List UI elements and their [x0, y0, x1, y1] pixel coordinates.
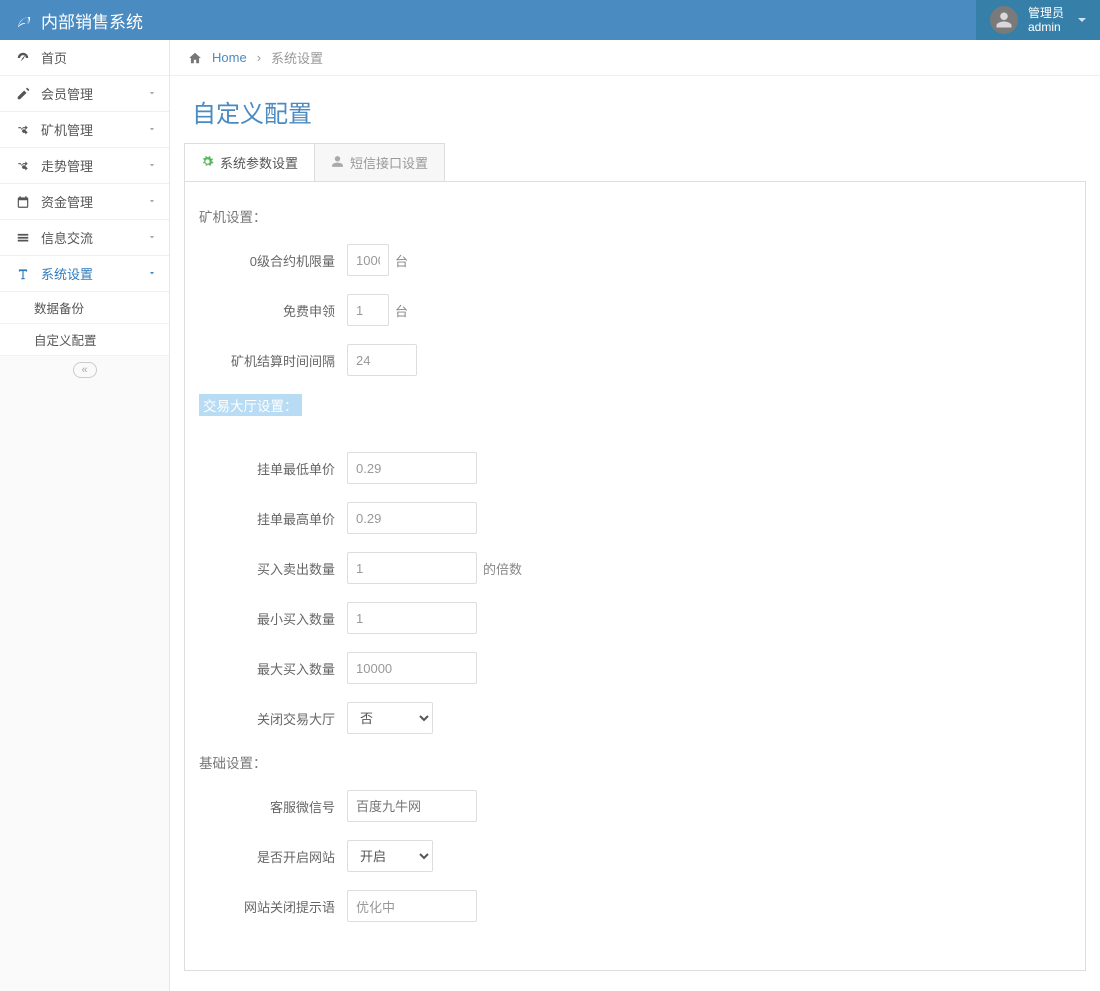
sidebar-item-label: 走势管理 — [41, 156, 93, 175]
chevron-down-icon — [147, 86, 157, 101]
brand-text: 内部销售系统 — [41, 8, 143, 33]
breadcrumb-current: 系统设置 — [271, 48, 323, 67]
row-free-claim: 免费申领 台 — [199, 294, 1071, 326]
field-suffix: 台 — [395, 251, 408, 270]
row-trade-multi: 买入卖出数量 的倍数 — [199, 552, 1071, 584]
min-buy-input[interactable] — [347, 602, 477, 634]
chevron-down-icon — [147, 230, 157, 245]
free-claim-input[interactable] — [347, 294, 389, 326]
field-label: 最小买入数量 — [199, 609, 347, 628]
sidebar-item-label: 首页 — [41, 48, 67, 67]
content: Home › 系统设置 自定义配置 系统参数设置 短信接口设置 矿机设置： 0级… — [170, 40, 1100, 991]
user-menu[interactable]: 管理员 admin — [976, 0, 1100, 40]
section-miner: 矿机设置： — [199, 206, 1071, 226]
row-settle-interval: 矿机结算时间间隔 — [199, 344, 1071, 376]
tab-label: 系统参数设置 — [220, 153, 298, 172]
user-icon — [331, 155, 344, 171]
row-min-price: 挂单最低单价 — [199, 452, 1071, 484]
row-wechat: 客服微信号 — [199, 790, 1071, 822]
field-suffix: 台 — [395, 301, 408, 320]
dashboard-icon — [15, 51, 31, 65]
sidebar-item-label: 会员管理 — [41, 84, 93, 103]
sidebar-item-miner[interactable]: 矿机管理 — [0, 112, 169, 148]
wechat-input[interactable] — [347, 790, 477, 822]
row-min-buy: 最小买入数量 — [199, 602, 1071, 634]
sidebar-item-label: 信息交流 — [41, 228, 93, 247]
min-price-input[interactable] — [347, 452, 477, 484]
edit-icon — [15, 87, 31, 101]
chevron-down-icon — [147, 194, 157, 209]
shuffle-icon — [15, 159, 31, 173]
breadcrumb-home[interactable]: Home — [212, 50, 247, 65]
user-name: admin — [1028, 20, 1064, 34]
row-close-msg: 网站关闭提示语 — [199, 890, 1071, 922]
sidebar-collapse-button[interactable]: « — [73, 362, 97, 378]
sidebar-item-fund[interactable]: 资金管理 — [0, 184, 169, 220]
field-label: 客服微信号 — [199, 797, 347, 816]
chevron-down-icon — [147, 122, 157, 137]
field-label: 是否开启网站 — [199, 847, 347, 866]
cogs-icon — [201, 155, 214, 171]
text-icon — [15, 267, 31, 281]
sidebar-item-member[interactable]: 会员管理 — [0, 76, 169, 112]
section-trade: 交易大厅设置： — [199, 394, 302, 416]
leaf-icon — [15, 11, 33, 29]
breadcrumb-sep: › — [257, 50, 261, 65]
row-max-price: 挂单最高单价 — [199, 502, 1071, 534]
close-trade-select[interactable]: 否 — [347, 702, 433, 734]
field-suffix: 的倍数 — [483, 559, 522, 578]
form-panel: 矿机设置： 0级合约机限量 台 免费申领 台 矿机结算时间间隔 交易大厅设置： … — [184, 181, 1086, 971]
field-label: 免费申领 — [199, 301, 347, 320]
section-base: 基础设置： — [199, 752, 1071, 772]
sidebar: 首页 会员管理 矿机管理 走势管理 资金管理 信息交流 — [0, 40, 170, 991]
field-label: 关闭交易大厅 — [199, 709, 347, 728]
field-label: 0级合约机限量 — [199, 251, 347, 270]
shuffle-icon — [15, 123, 31, 137]
site-open-select[interactable]: 开启 — [347, 840, 433, 872]
sidebar-item-info[interactable]: 信息交流 — [0, 220, 169, 256]
tab-system-params[interactable]: 系统参数设置 — [184, 143, 315, 181]
field-label: 挂单最高单价 — [199, 509, 347, 528]
miner-limit-input[interactable] — [347, 244, 389, 276]
close-msg-input[interactable] — [347, 890, 477, 922]
row-max-buy: 最大买入数量 — [199, 652, 1071, 684]
sidebar-item-label: 资金管理 — [41, 192, 93, 211]
avatar — [990, 6, 1018, 34]
row-miner-limit: 0级合约机限量 台 — [199, 244, 1071, 276]
max-price-input[interactable] — [347, 502, 477, 534]
field-label: 矿机结算时间间隔 — [199, 351, 347, 370]
max-buy-input[interactable] — [347, 652, 477, 684]
brand: 内部销售系统 — [0, 8, 158, 33]
caret-down-icon — [1078, 18, 1086, 22]
tab-sms[interactable]: 短信接口设置 — [314, 143, 445, 181]
sidebar-item-trend[interactable]: 走势管理 — [0, 148, 169, 184]
calendar-icon — [15, 195, 31, 209]
sidebar-subitem-custom[interactable]: 自定义配置 — [0, 324, 169, 356]
field-label: 挂单最低单价 — [199, 459, 347, 478]
topbar: 内部销售系统 管理员 admin — [0, 0, 1100, 40]
row-site-open: 是否开启网站 开启 — [199, 840, 1071, 872]
field-label: 网站关闭提示语 — [199, 897, 347, 916]
sidebar-item-home[interactable]: 首页 — [0, 40, 169, 76]
breadcrumb: Home › 系统设置 — [170, 40, 1100, 76]
sidebar-item-label: 系统设置 — [41, 264, 93, 283]
tabs: 系统参数设置 短信接口设置 — [184, 143, 1086, 181]
row-close-trade: 关闭交易大厅 否 — [199, 702, 1071, 734]
field-label: 买入卖出数量 — [199, 559, 347, 578]
chevron-down-icon — [147, 266, 157, 281]
settle-interval-input[interactable] — [347, 344, 417, 376]
user-role: 管理员 — [1028, 6, 1064, 20]
field-label: 最大买入数量 — [199, 659, 347, 678]
sidebar-subitem-backup[interactable]: 数据备份 — [0, 292, 169, 324]
tab-label: 短信接口设置 — [350, 153, 428, 172]
sidebar-item-settings[interactable]: 系统设置 — [0, 256, 169, 292]
page-title: 自定义配置 — [170, 76, 1100, 143]
trade-multi-input[interactable] — [347, 552, 477, 584]
sidebar-item-label: 矿机管理 — [41, 120, 93, 139]
list-icon — [15, 231, 31, 245]
user-icon — [995, 11, 1013, 29]
home-icon — [188, 51, 202, 65]
user-text: 管理员 admin — [1028, 6, 1064, 35]
chevron-down-icon — [147, 158, 157, 173]
